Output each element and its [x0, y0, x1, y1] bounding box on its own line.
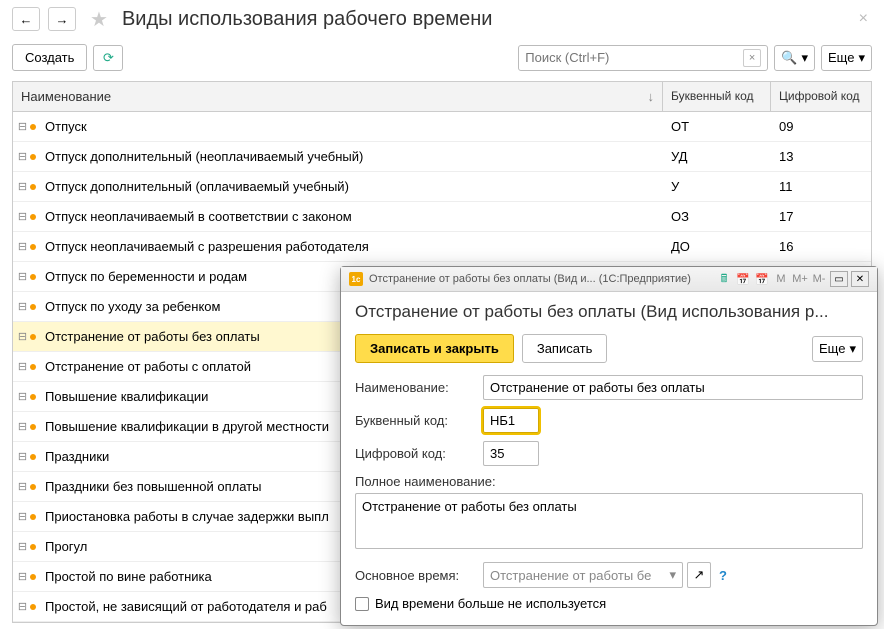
- cell-digit: 11: [771, 173, 871, 200]
- column-header-digit[interactable]: Цифровой код: [771, 82, 871, 111]
- nav-forward-button[interactable]: →: [48, 7, 76, 31]
- row-icon: ⊟: [13, 120, 41, 133]
- save-close-button[interactable]: Записать и закрыть: [355, 334, 514, 363]
- column-header-letter[interactable]: Буквенный код: [663, 82, 771, 111]
- column-header-name[interactable]: Наименование ↓: [13, 82, 663, 111]
- search-field[interactable]: ×: [518, 45, 768, 71]
- row-icon: ⊟: [13, 480, 41, 493]
- app-logo-icon: 1c: [349, 272, 363, 286]
- row-icon: ⊟: [13, 570, 41, 583]
- cell-name: Отпуск неоплачиваемый в соответствии с з…: [41, 203, 663, 230]
- m-plus-button[interactable]: M+: [792, 271, 808, 287]
- cell-digit: 16: [771, 233, 871, 260]
- more-button[interactable]: Еще ▾: [821, 45, 872, 71]
- modal-heading: Отстранение от работы без оплаты (Вид ис…: [355, 302, 863, 322]
- chevron-down-icon: ▾: [669, 567, 676, 583]
- row-icon: ⊟: [13, 210, 41, 223]
- row-icon: ⊟: [13, 600, 41, 613]
- cell-name: Отпуск: [41, 113, 663, 140]
- minimize-button[interactable]: ▭: [830, 271, 848, 287]
- row-icon: ⊟: [13, 180, 41, 193]
- table-row[interactable]: ⊟Отпуск неоплачиваемый в соответствии с …: [13, 202, 871, 232]
- row-icon: ⊟: [13, 510, 41, 523]
- cell-letter: УД: [663, 143, 771, 170]
- table-row[interactable]: ⊟Отпуск дополнительный (неоплачиваемый у…: [13, 142, 871, 172]
- row-icon: ⊟: [13, 300, 41, 313]
- table-row[interactable]: ⊟Отпуск дополнительный (оплачиваемый уче…: [13, 172, 871, 202]
- cell-name: Отпуск неоплачиваемый с разрешения работ…: [41, 233, 663, 260]
- table-row[interactable]: ⊟ОтпускОТ09: [13, 112, 871, 142]
- cell-letter: У: [663, 173, 771, 200]
- cell-letter: ОЗ: [663, 203, 771, 230]
- label-base-time: Основное время:: [355, 568, 475, 583]
- input-letter-code[interactable]: [483, 408, 539, 433]
- search-clear-icon[interactable]: ×: [743, 49, 761, 67]
- input-digit-code[interactable]: [483, 441, 539, 466]
- row-icon: ⊟: [13, 540, 41, 553]
- star-icon[interactable]: ★: [90, 7, 108, 32]
- input-fullname[interactable]: [355, 493, 863, 549]
- row-icon: ⊟: [13, 330, 41, 343]
- close-icon[interactable]: ×: [855, 6, 872, 32]
- row-icon: ⊟: [13, 420, 41, 433]
- row-icon: ⊟: [13, 240, 41, 253]
- nav-back-button[interactable]: ←: [12, 7, 40, 31]
- calendar2-icon[interactable]: 📅: [754, 271, 770, 287]
- checkbox-not-used[interactable]: [355, 597, 369, 611]
- cell-digit: 09: [771, 113, 871, 140]
- label-digit: Цифровой код:: [355, 446, 475, 461]
- sort-icon: ↓: [648, 89, 655, 104]
- close-button[interactable]: ✕: [851, 271, 869, 287]
- cell-letter: ОТ: [663, 113, 771, 140]
- cell-digit: 13: [771, 143, 871, 170]
- label-letter: Буквенный код:: [355, 413, 475, 428]
- table-row[interactable]: ⊟Отпуск неоплачиваемый с разрешения рабо…: [13, 232, 871, 262]
- modal-titlebar-text: Отстранение от работы без оплаты (Вид и.…: [369, 273, 710, 285]
- m-minus-button[interactable]: M-: [811, 271, 827, 287]
- modal-more-button[interactable]: Еще ▾: [812, 336, 863, 362]
- save-button[interactable]: Записать: [522, 334, 608, 363]
- row-icon: ⊟: [13, 150, 41, 163]
- page-title: Виды использования рабочего времени: [122, 8, 493, 31]
- row-icon: ⊟: [13, 450, 41, 463]
- cell-name: Отпуск дополнительный (неоплачиваемый уч…: [41, 143, 663, 170]
- cell-digit: 17: [771, 203, 871, 230]
- row-icon: ⊟: [13, 390, 41, 403]
- m-button[interactable]: M: [773, 271, 789, 287]
- calc-icon[interactable]: 🖩: [716, 271, 732, 287]
- select-base-time[interactable]: Отстранение от работы бе▾: [483, 562, 683, 588]
- row-icon: ⊟: [13, 270, 41, 283]
- row-icon: ⊟: [13, 360, 41, 373]
- label-fullname: Полное наименование:: [355, 474, 496, 489]
- cell-letter: ДО: [663, 233, 771, 260]
- open-ref-button[interactable]: ↗: [687, 562, 711, 588]
- cell-name: Отпуск дополнительный (оплачиваемый учеб…: [41, 173, 663, 200]
- refresh-button[interactable]: ⟳: [93, 45, 123, 71]
- search-mode-button[interactable]: 🔍 ▾: [774, 45, 815, 71]
- help-icon[interactable]: ?: [715, 568, 731, 583]
- search-input[interactable]: [525, 50, 739, 65]
- checkbox-label: Вид времени больше не используется: [375, 596, 606, 611]
- edit-modal: 1c Отстранение от работы без оплаты (Вид…: [340, 266, 878, 626]
- input-name[interactable]: [483, 375, 863, 400]
- label-name: Наименование:: [355, 380, 475, 395]
- create-button[interactable]: Создать: [12, 44, 87, 71]
- calendar-icon[interactable]: 📅: [735, 271, 751, 287]
